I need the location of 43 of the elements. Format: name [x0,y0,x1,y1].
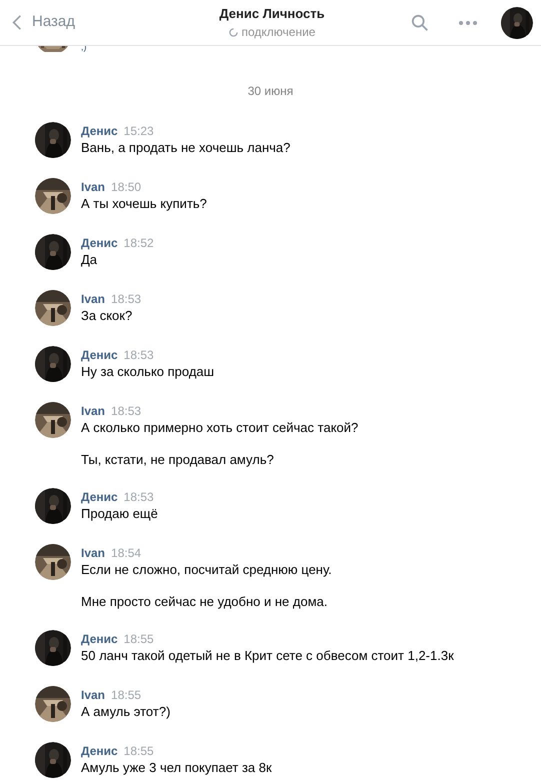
message-time: 18:50 [111,179,142,195]
sender-name[interactable]: Ivan [81,545,106,561]
more-icon [458,20,478,26]
message-text: А сколько примерно хоть стоит сейчас такой? [81,419,358,436]
message-text: А амуль этот?) [81,703,170,720]
message-time: 18:53 [124,489,154,505]
sender-name[interactable]: Денис [81,631,118,647]
chat-title: Денис Личность [219,4,325,23]
search-icon [411,14,429,32]
sender-name[interactable]: Ivan [81,687,106,703]
sender-name[interactable]: Денис [81,347,118,363]
message-text: Вань, а продать не хочешь ланча? [81,139,290,156]
message-text: Ты, кстати, не продавал амуль? [81,451,275,468]
message-text: За скок? [81,307,134,324]
sender-name[interactable]: Денис [81,123,118,139]
message-text: Да [81,251,98,268]
back-button[interactable]: Назад [0,11,75,34]
sender-name[interactable]: Денис [81,235,118,251]
message-text: Продаю ещё [81,505,158,522]
message-time: 18:53 [124,347,154,363]
chevron-left-icon [12,14,22,31]
message-time: 15:23 [124,123,154,139]
message-text: Мне просто сейчас не удобно и не дома. [81,593,328,610]
spinner-icon [228,28,238,37]
message-text: А ты хочешь купить? [81,195,207,212]
message-time: 18:53 [111,291,142,307]
connection-status: подключение [242,24,316,42]
message-time: 18:52 [124,235,154,251]
sender-name[interactable]: Денис [81,489,118,505]
message-time: 18:53 [111,403,142,419]
message-time: 18:55 [124,743,154,759]
message-text: Если не сложно, посчитай среднюю цену. [81,561,332,578]
message-time: 18:54 [111,545,142,561]
sender-name[interactable]: Ivan [81,291,106,307]
sender-name[interactable]: Денис [81,743,118,759]
sender-name[interactable]: Ivan [81,179,106,195]
message-time: 18:55 [111,687,142,703]
message-text: 50 ланч такой одетый не в Крит сете с обвесом стоит 1,2-1.3к [81,647,454,664]
message-text: Амуль уже 3 чел покупает за 8к [81,759,272,776]
message-text: Ну за сколько продаш [81,363,214,380]
date-separator: 30 июня [248,83,294,100]
sender-name[interactable]: Ivan [81,403,106,419]
message-time: 18:55 [124,631,154,647]
